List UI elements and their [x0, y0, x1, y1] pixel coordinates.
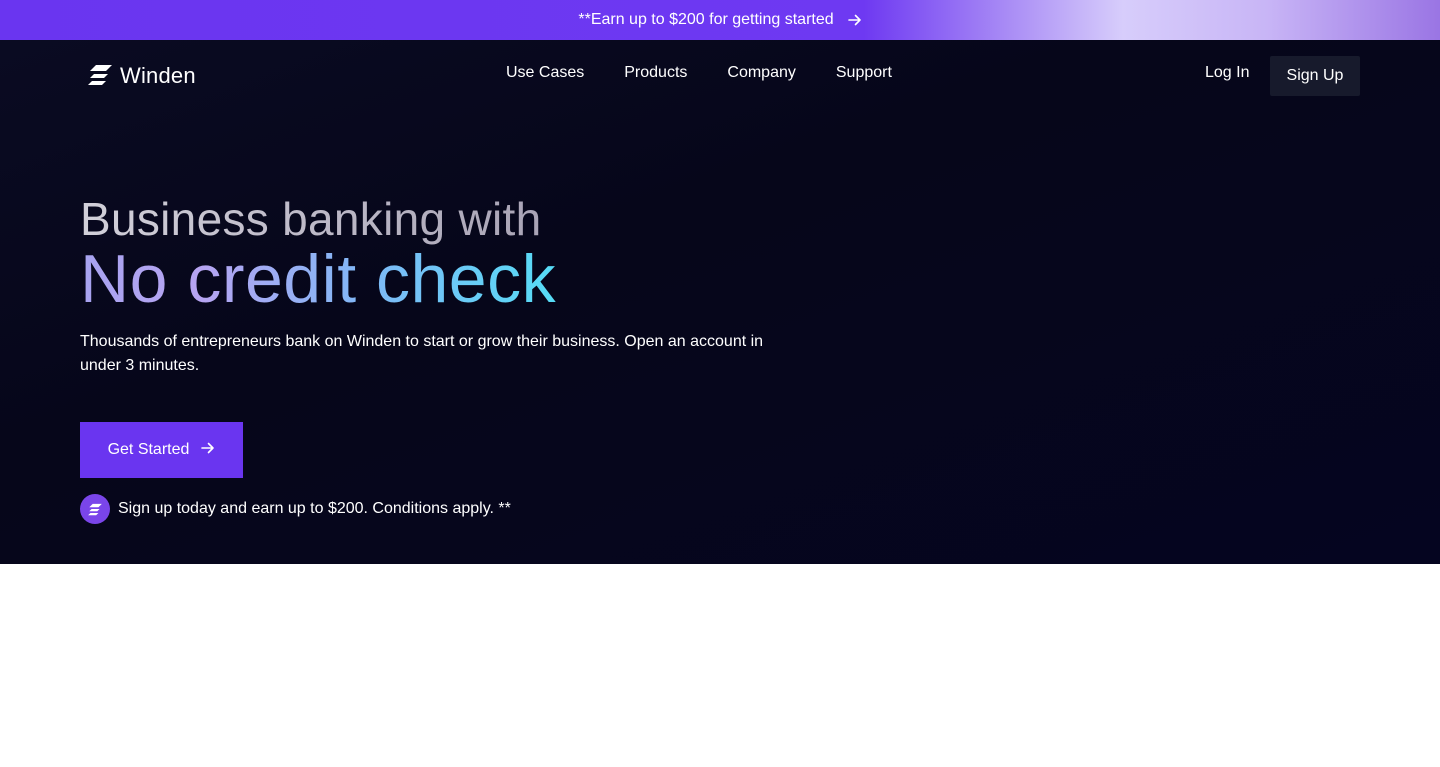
nav-link-support[interactable]: Support [836, 64, 892, 82]
hero-subtext: Thousands of entrepreneurs bank on Winde… [80, 333, 764, 374]
cta-label: Get Started [107, 441, 190, 458]
arrow-right-icon [847, 13, 862, 27]
login-link[interactable]: Log In [1205, 64, 1249, 82]
content-below-hero [0, 564, 1440, 767]
nav-link-products[interactable]: Products [624, 64, 687, 82]
note-text: Sign up today and earn up to $200. Condi… [118, 500, 511, 517]
nav-links: Use Cases Products Company Support [506, 64, 892, 82]
nav-link-use-cases[interactable]: Use Cases [506, 64, 584, 82]
logo[interactable]: Winden [86, 61, 196, 91]
logo-text: Winden [120, 63, 196, 88]
main-nav: Winden Use Cases Products Company Suppor… [0, 40, 1440, 112]
signup-note: Sign up today and earn up to $200. Condi… [80, 494, 511, 524]
hero-section: Winden Use Cases Products Company Suppor… [0, 40, 1440, 564]
get-started-button[interactable]: Get Started [80, 422, 243, 478]
promo-text: **Earn up to $200 for getting started [578, 11, 834, 28]
nav-link-company[interactable]: Company [727, 64, 795, 82]
signup-button[interactable]: Sign Up [1270, 56, 1360, 96]
winden-badge-icon [80, 494, 110, 524]
headline-line2: No credit check [80, 241, 557, 317]
winden-logo-icon [86, 60, 114, 93]
headline-line1: Business banking with [80, 193, 542, 245]
arrow-right-icon [201, 441, 215, 460]
promo-banner[interactable]: **Earn up to $200 for getting started [0, 0, 1440, 40]
